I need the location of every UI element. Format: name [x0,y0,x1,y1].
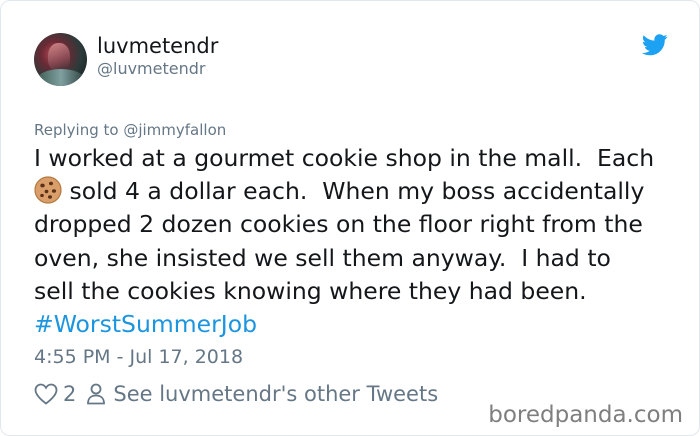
tweet-line-2: sold 4 a dollar each. When my boss accid… [62,177,645,206]
tweet-line-3: dropped 2 dozen cookies on the floor rig… [34,210,643,239]
tweet-line-5: sell the cookies knowing where they had … [34,276,587,305]
person-icon[interactable] [86,383,106,405]
other-tweets-link[interactable]: See luvmetendr's other Tweets [113,382,438,406]
hashtag-link[interactable]: #WorstSummerJob [34,310,257,338]
tweet-line-1: I worked at a gourmet cookie shop in the… [34,144,655,172]
twitter-bird-icon[interactable] [642,34,668,56]
reply-mention-link[interactable]: @jimmyfallon [123,121,226,139]
replying-to: Replying to @jimmyfallon [34,120,226,140]
display-name[interactable]: luvmetendr [97,33,218,59]
tweet-actions: 2 See luvmetendr's other Tweets [34,381,438,407]
heart-icon[interactable] [34,383,58,405]
avatar-shoulder [36,69,86,86]
tweet-timestamp[interactable]: 4:55 PM - Jul 17, 2018 [34,345,243,369]
tweet-text: I worked at a gourmet cookie shop in the… [34,142,684,341]
avatar-face [48,43,70,71]
cookie-emoji-icon [34,176,62,204]
tweet-card: luvmetendr @luvmetendr Replying to @jimm… [0,0,700,436]
replying-to-prefix: Replying to [34,121,124,139]
tweet-line-4: oven, she insisted we sell them anyway. … [34,243,611,272]
avatar[interactable] [34,33,87,86]
user-handle[interactable]: @luvmetendr [97,59,205,79]
watermark: boredpanda.com [488,402,683,428]
like-count: 2 [63,382,77,406]
